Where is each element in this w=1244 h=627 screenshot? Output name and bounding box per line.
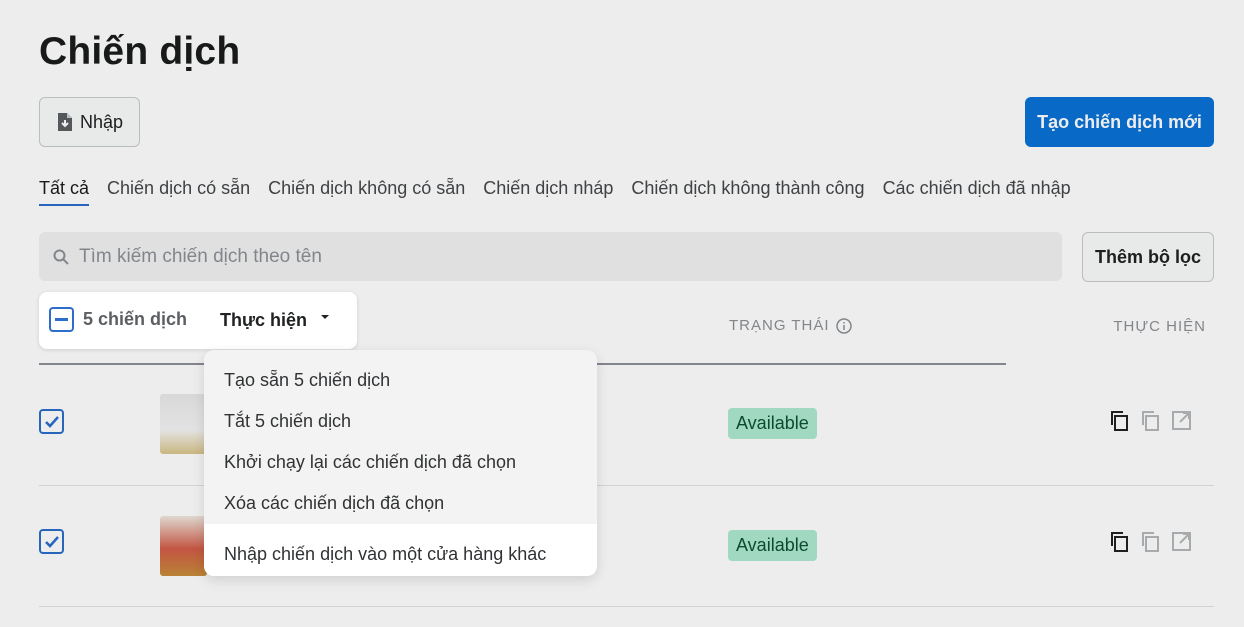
bulk-actions-label: Thực hiện — [220, 309, 308, 330]
menu-item-relaunch[interactable]: Khởi chạy lại các chiến dịch đã chọn — [204, 442, 597, 483]
menu-item-disable[interactable]: Tắt 5 chiến dịch — [204, 401, 597, 442]
menu-item-publish[interactable]: Tạo sẵn 5 chiến dịch — [204, 360, 597, 401]
bulk-actions-button[interactable]: Thực hiện — [204, 295, 347, 345]
bulk-actions-bar: 5 chiến dịch Thực hiện — [39, 292, 357, 349]
campaigns-page: Chiến dịch Nhập Tạo chiến dịch mới Tất c… — [0, 0, 1244, 627]
indeterminate-icon — [55, 318, 68, 321]
bulk-actions-menu: Tạo sẵn 5 chiến dịch Tắt 5 chiến dịch Kh… — [204, 350, 597, 576]
caret-down-icon — [321, 315, 330, 319]
menu-item-delete[interactable]: Xóa các chiến dịch đã chọn — [204, 483, 597, 524]
menu-item-import-to-store[interactable]: Nhập chiến dịch vào một cửa hàng khác — [204, 524, 597, 576]
select-all-checkbox[interactable] — [49, 307, 74, 332]
selected-count: 5 chiến dịch — [83, 309, 188, 329]
